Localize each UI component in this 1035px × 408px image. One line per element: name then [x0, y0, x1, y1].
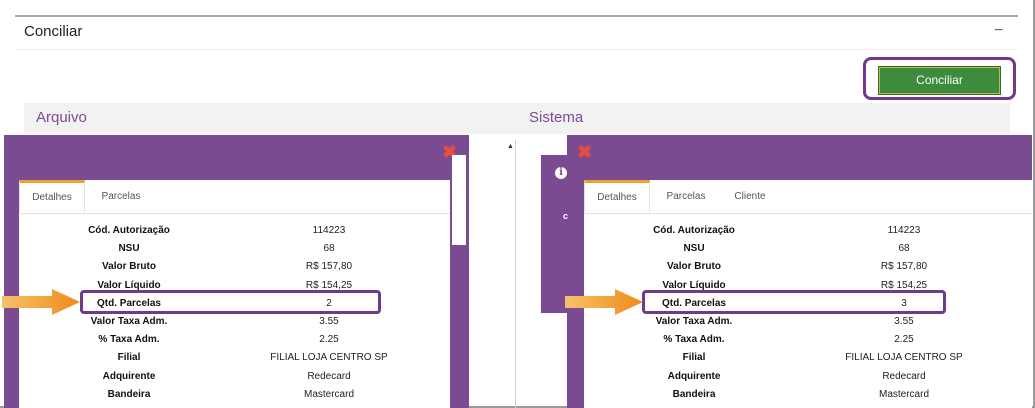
- detail-value: FILIAL LOJA CENTRO SP: [845, 352, 963, 364]
- panel-header-divider: [15, 49, 1018, 50]
- detail-label: Bandeira: [107, 388, 151, 400]
- detail-value: Redecard: [307, 370, 351, 382]
- detail-row: % Taxa Adm. 2.25: [584, 331, 1032, 348]
- detail-label: Filial: [682, 352, 706, 364]
- collapse-button[interactable]: −: [994, 22, 1003, 40]
- detail-value: Mastercard: [303, 388, 354, 400]
- detail-value: 68: [898, 243, 910, 255]
- detail-row: Valor Bruto R$ 157,80: [19, 258, 450, 275]
- detail-row: Valor Taxa Adm. 3.55: [584, 313, 1032, 330]
- info-icon: i: [555, 167, 567, 179]
- detail-row: NSU 68: [584, 240, 1032, 257]
- detail-row: Filial FILIAL LOJA CENTRO SP: [19, 349, 450, 366]
- detail-label: Filial: [117, 352, 141, 364]
- detail-value: Mastercard: [878, 388, 929, 400]
- close-icon[interactable]: ✖: [577, 143, 592, 161]
- detail-row: Valor Bruto R$ 157,80: [584, 258, 1032, 275]
- detail-row: % Taxa Adm. 2.25: [19, 331, 450, 348]
- detail-value: R$ 157,80: [305, 261, 353, 273]
- detail-value: R$ 157,80: [880, 261, 928, 273]
- detail-value: 68: [323, 243, 335, 255]
- detail-value: 3.55: [319, 316, 339, 327]
- panel-top-border: [15, 15, 1018, 17]
- detail-row: Cód. Autorização 114223: [19, 222, 450, 239]
- scroll-up-icon[interactable]: ▲: [507, 143, 514, 150]
- column-divider: [515, 140, 516, 408]
- details-tabs: Detalhes Parcelas: [19, 180, 450, 214]
- detail-value: 2.25: [319, 334, 339, 346]
- detail-label: Adquirente: [667, 370, 721, 382]
- detail-row: Adquirente Redecard: [584, 368, 1032, 385]
- detail-label: Adquirente: [102, 370, 156, 382]
- tab-cliente[interactable]: Cliente: [720, 180, 780, 213]
- detail-value: 2.25: [894, 334, 914, 346]
- detail-row: Bandeira Mastercard: [19, 386, 450, 403]
- tab-parcelas[interactable]: Parcelas: [660, 180, 712, 213]
- detail-row: Bandeira Mastercard: [584, 386, 1032, 403]
- arquivo-column-title: Arquivo: [36, 109, 87, 126]
- detail-label: Valor Taxa Adm.: [655, 316, 733, 327]
- detail-label: NSU: [683, 243, 705, 255]
- arquivo-details-modal: ✖ Detalhes Parcelas Cód. Autorização 1142…: [4, 135, 469, 408]
- tab-parcelas[interactable]: Parcelas: [91, 180, 151, 213]
- pointer-arrow-icon: [565, 289, 643, 315]
- qtd-parcelas-highlight-box: [80, 290, 381, 314]
- detail-value: FILIAL LOJA CENTRO SP: [270, 352, 388, 364]
- panel-title: Conciliar: [24, 23, 83, 40]
- tab-detalhes[interactable]: Detalhes: [19, 180, 85, 212]
- detail-label: Cód. Autorização: [88, 225, 170, 236]
- detail-label: Cód. Autorização: [653, 225, 735, 236]
- sistema-details-modal: ✖ Detalhes Parcelas Cliente Cód. Autoriz…: [567, 135, 1032, 408]
- detail-row: Valor Taxa Adm. 3.55: [19, 313, 450, 330]
- detail-value: Redecard: [882, 370, 926, 382]
- detail-label: % Taxa Adm.: [98, 334, 160, 346]
- tab-detalhes[interactable]: Detalhes: [584, 180, 650, 212]
- detail-row: Filial FILIAL LOJA CENTRO SP: [584, 349, 1032, 366]
- conciliar-button[interactable]: Conciliar: [878, 66, 1001, 95]
- columns-header-bar: [24, 103, 1010, 134]
- detail-label: Valor Bruto: [102, 261, 156, 273]
- details-tabs: Detalhes Parcelas Cliente: [584, 180, 1032, 214]
- background-panel-fragment: [452, 155, 466, 245]
- detail-row: Cód. Autorização 114223: [584, 222, 1032, 239]
- detail-value: 3.55: [894, 316, 914, 327]
- pointer-arrow-icon: [2, 289, 80, 315]
- detail-label: % Taxa Adm.: [663, 334, 725, 346]
- detail-value: 114223: [312, 225, 346, 236]
- detail-label: Valor Bruto: [667, 261, 721, 273]
- detail-row: Adquirente Redecard: [19, 368, 450, 385]
- detail-value: 114223: [887, 225, 921, 236]
- detail-label: NSU: [118, 243, 140, 255]
- sistema-column-title: Sistema: [529, 109, 584, 126]
- background-text-fragment: c: [563, 211, 569, 221]
- qtd-parcelas-highlight-box: [642, 290, 946, 314]
- detail-label: Bandeira: [672, 388, 716, 400]
- detail-row: NSU 68: [19, 240, 450, 257]
